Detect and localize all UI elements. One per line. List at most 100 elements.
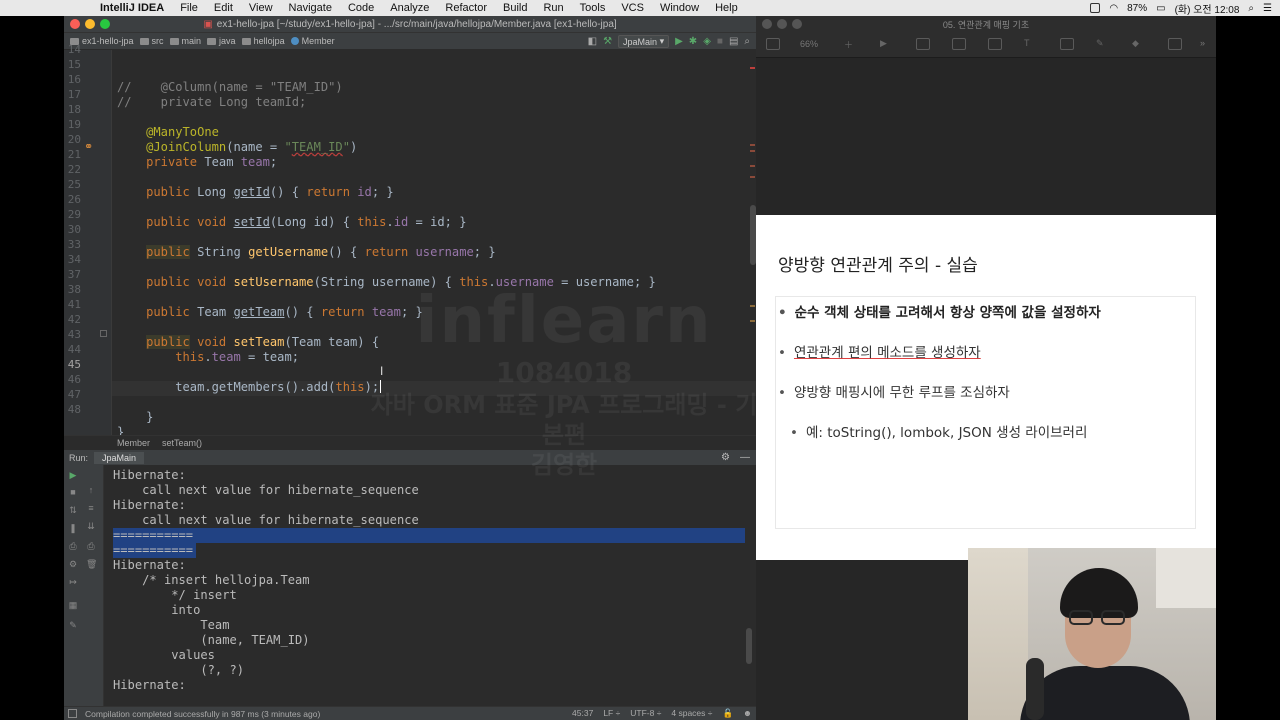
keynote-live-icon[interactable] (916, 38, 930, 50)
shape-icon[interactable] (1060, 38, 1074, 50)
battery-text[interactable]: 87% (1127, 3, 1147, 14)
chart-icon[interactable] (988, 38, 1002, 50)
exit-icon[interactable]: ↦ (68, 577, 78, 588)
restore-layout-icon[interactable]: ⇅ (68, 505, 78, 516)
menu-help[interactable]: Help (707, 2, 746, 14)
debug-icon[interactable]: ✱ (689, 36, 697, 47)
menu-navigate[interactable]: Navigate (281, 2, 340, 14)
menu-file[interactable]: File (172, 2, 206, 14)
code-editor[interactable]: 14 15 16 17 18 19 20 21 22 25 26 29 30 3… (64, 43, 756, 439)
close-window-button[interactable] (762, 19, 772, 29)
code-line: public void setId(Long id) { this.id = i… (146, 215, 467, 229)
lock-icon[interactable]: 🔓 (722, 708, 733, 719)
slide-content-box[interactable]: • 순수 객체 상태를 고려해서 항상 양쪽에 값을 설정하자 • 연관관계 편의 … (775, 296, 1196, 529)
media-icon[interactable]: ✎ (1096, 38, 1110, 50)
tray-app-icon[interactable] (1090, 3, 1101, 13)
warning-marker[interactable] (750, 176, 755, 178)
console-output[interactable]: Hibernate: call next value for hibernate… (104, 465, 756, 706)
inspector-icon[interactable]: ☻ (743, 708, 752, 719)
jpa-relation-gutter-icon[interactable]: ⚭ (84, 140, 93, 153)
project-structure-icon[interactable]: ▤ (729, 36, 738, 47)
add-slide-icon[interactable]: ＋ (844, 38, 858, 50)
wifi-icon[interactable]: ◠ (1109, 3, 1118, 14)
stop-icon[interactable]: ■ (68, 487, 78, 497)
breadcrumb-src[interactable]: src (139, 36, 164, 46)
scroll-end-icon[interactable]: ⇊ (86, 521, 96, 532)
pause-icon[interactable]: ❚ (68, 523, 78, 534)
warning-marker[interactable] (750, 305, 755, 307)
console-scrollbar[interactable] (746, 628, 752, 664)
menu-view[interactable]: View (241, 2, 281, 14)
run-tab-jpamain[interactable]: JpaMain (94, 451, 145, 464)
zoom-window-button[interactable] (100, 19, 110, 29)
error-marker[interactable] (750, 67, 755, 69)
tool-windows-icon[interactable] (68, 709, 77, 718)
menu-app-name[interactable]: IntelliJ IDEA (92, 2, 172, 14)
warning-marker[interactable] (750, 150, 755, 152)
breadcrumb-main[interactable]: main (169, 36, 201, 46)
scroll-up-icon[interactable]: ↑ (86, 485, 96, 495)
slide-canvas[interactable]: 양방향 연관관계 주의 - 실습 • 순수 객체 상태를 고려해서 항상 양쪽에 … (756, 215, 1216, 560)
breadcrumb-class[interactable]: Member (290, 36, 335, 46)
line-number: 15 (67, 58, 81, 71)
search-everywhere-icon[interactable]: ⌕ (744, 36, 750, 47)
format-icon[interactable] (1168, 38, 1182, 50)
indent-setting[interactable]: 4 spaces ÷ (671, 708, 712, 719)
table-icon[interactable] (952, 38, 966, 50)
file-encoding[interactable]: UTF-8 ÷ (630, 708, 661, 719)
view-icon[interactable] (766, 38, 780, 50)
settings-icon[interactable]: ⚙ (68, 559, 78, 570)
run-config-select[interactable]: JpaMain ▾ (618, 35, 670, 48)
zoom-window-button[interactable] (792, 19, 802, 29)
pin-icon[interactable]: ✎ (68, 620, 78, 631)
text-icon[interactable]: T (1024, 38, 1038, 50)
menu-run[interactable]: Run (535, 2, 571, 14)
menu-tools[interactable]: Tools (572, 2, 614, 14)
menu-vcs[interactable]: VCS (613, 2, 652, 14)
minimize-window-button[interactable] (777, 19, 787, 29)
menu-window[interactable]: Window (652, 2, 707, 14)
code-line: public Team getTeam() { return team; } (146, 305, 423, 319)
line-gutter[interactable]: 14 15 16 17 18 19 20 21 22 25 26 29 30 3… (64, 43, 112, 435)
print-icon[interactable]: ⎙ (86, 541, 96, 552)
breadcrumb-method-setteam[interactable]: setTeam() (162, 438, 202, 448)
dump-threads-icon[interactable]: ⎙ (68, 541, 78, 552)
layout-icon[interactable]: ▦ (68, 600, 78, 611)
close-window-button[interactable] (70, 19, 80, 29)
breadcrumb-package[interactable]: hellojpa (241, 36, 285, 46)
warning-marker[interactable] (750, 144, 755, 146)
settings-gear-icon[interactable]: ⚙ (721, 452, 730, 463)
soft-wrap-icon[interactable]: ≡ (86, 503, 96, 513)
line-separator[interactable]: LF ÷ (603, 708, 620, 719)
menu-list-icon[interactable]: ☰ (1263, 3, 1272, 14)
coverage-icon[interactable]: ◈ (703, 36, 711, 47)
search-icon[interactable]: ⌕ (1248, 3, 1254, 14)
warning-marker[interactable] (750, 320, 755, 322)
battery-icon[interactable]: ▭ (1156, 3, 1165, 14)
menu-edit[interactable]: Edit (206, 2, 241, 14)
minimize-window-button[interactable] (85, 19, 95, 29)
menu-build[interactable]: Build (495, 2, 535, 14)
stop-icon[interactable]: ■ (717, 36, 723, 47)
warning-marker[interactable] (750, 165, 755, 167)
comment-icon[interactable]: ◆ (1132, 38, 1146, 50)
clear-icon[interactable]: 🗑 (86, 559, 97, 570)
clock-text[interactable]: (화) 오전 12:08 (1175, 1, 1240, 16)
hide-panel-icon[interactable]: — (740, 452, 750, 463)
menu-analyze[interactable]: Analyze (382, 2, 437, 14)
structure-icon[interactable]: ◧ (588, 36, 597, 47)
more-icon[interactable]: » (1200, 38, 1214, 50)
fold-toggle-icon[interactable] (100, 330, 107, 337)
left-letterbox (0, 16, 64, 720)
caret-position[interactable]: 45:37 (572, 708, 593, 719)
play-icon[interactable]: ▶ (880, 38, 894, 50)
build-hammer-icon[interactable]: ⚒ (603, 36, 612, 47)
run-icon[interactable]: ▶ (675, 36, 683, 47)
status-tray: ◠ 87% ▭ (화) 오전 12:08 ⌕ ☰ (1090, 0, 1272, 16)
rerun-icon[interactable]: ▶ (68, 470, 78, 481)
breadcrumb-java[interactable]: java (207, 36, 236, 46)
menu-refactor[interactable]: Refactor (437, 2, 495, 14)
breadcrumb-class-member[interactable]: Member (117, 438, 150, 448)
zoom-level[interactable]: 66% (800, 39, 818, 49)
menu-code[interactable]: Code (340, 2, 382, 14)
